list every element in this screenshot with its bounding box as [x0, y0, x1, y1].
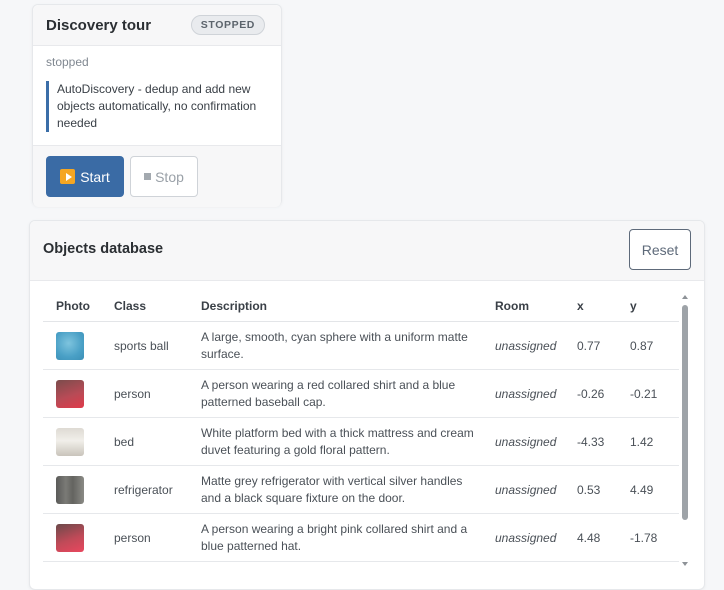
column-header-room: Room [482, 291, 564, 322]
cell-room: unassigned [482, 417, 564, 466]
cell-description: A person wearing a red collared shirt an… [188, 369, 482, 418]
autodiscovery-note: AutoDiscovery - dedup and add new object… [46, 81, 272, 132]
start-button[interactable]: Start [46, 156, 124, 197]
table-row[interactable]: person A person wearing a red collared s… [43, 369, 679, 418]
discovery-tour-card: Discovery tour STOPPED stopped AutoDisco… [32, 4, 282, 207]
object-photo [56, 379, 84, 408]
column-header-y: y [617, 291, 679, 322]
cell-class: refrigerator [101, 465, 188, 514]
object-photo [56, 523, 84, 552]
cell-x: -4.33 [564, 417, 617, 466]
tour-header: Discovery tour STOPPED [33, 5, 281, 46]
tour-title: Discovery tour [46, 16, 152, 34]
cell-y: 0.87 [617, 321, 679, 370]
table-header-row: Photo Class Description Room x y [43, 291, 679, 322]
cell-description: A person wearing a bright pink collared … [188, 513, 482, 562]
cell-x: 4.48 [564, 513, 617, 562]
stop-button[interactable]: Stop [130, 156, 198, 197]
cell-y: 1.42 [617, 417, 679, 466]
cell-y: -1.78 [617, 513, 679, 562]
column-header-x: x [564, 291, 617, 322]
cell-class: person [101, 513, 188, 562]
cell-y: -0.21 [617, 369, 679, 418]
tour-status-text: stopped [46, 55, 89, 69]
cell-x: -0.26 [564, 369, 617, 418]
column-header-description: Description [188, 291, 482, 322]
objects-table: Photo Class Description Room x y sports … [43, 291, 679, 562]
cell-x: 0.77 [564, 321, 617, 370]
cell-class: person [101, 369, 188, 418]
cell-class: sports ball [101, 321, 188, 370]
play-icon [60, 169, 76, 184]
cell-room: unassigned [482, 369, 564, 418]
table-row[interactable]: bed White platform bed with a thick matt… [43, 417, 679, 466]
tour-footer: Start Stop [33, 145, 281, 207]
cell-room: unassigned [482, 513, 564, 562]
cell-description: A large, smooth, cyan sphere with a unif… [188, 321, 482, 370]
reset-button[interactable]: Reset [629, 229, 691, 270]
table-row[interactable]: person A person wearing a bright pink co… [43, 513, 679, 562]
cell-room: unassigned [482, 321, 564, 370]
cell-x: 0.53 [564, 465, 617, 514]
table-scrollbar[interactable] [682, 305, 688, 520]
table-row[interactable]: sports ball A large, smooth, cyan sphere… [43, 321, 679, 370]
stop-button-label: Stop [155, 168, 184, 185]
cell-class: bed [101, 417, 188, 466]
stop-icon [144, 173, 152, 180]
cell-room: unassigned [482, 465, 564, 514]
database-header: Objects database Reset [30, 221, 704, 281]
object-photo [56, 427, 84, 456]
column-header-class: Class [101, 291, 188, 322]
table-row[interactable]: refrigerator Matte grey refrigerator wit… [43, 465, 679, 514]
cell-description: Matte grey refrigerator with vertical si… [188, 465, 482, 514]
objects-database-card: Objects database Reset Photo Class Descr… [29, 220, 705, 590]
cell-description: White platform bed with a thick mattress… [188, 417, 482, 466]
start-button-label: Start [80, 168, 110, 185]
database-title: Objects database [43, 241, 164, 257]
cell-y: 4.49 [617, 465, 679, 514]
scroll-down-arrow-icon[interactable] [682, 562, 688, 566]
object-photo [56, 475, 84, 504]
scroll-up-arrow-icon[interactable] [682, 295, 688, 299]
status-badge: STOPPED [190, 15, 265, 35]
column-header-photo: Photo [43, 291, 101, 322]
object-photo [56, 331, 84, 360]
